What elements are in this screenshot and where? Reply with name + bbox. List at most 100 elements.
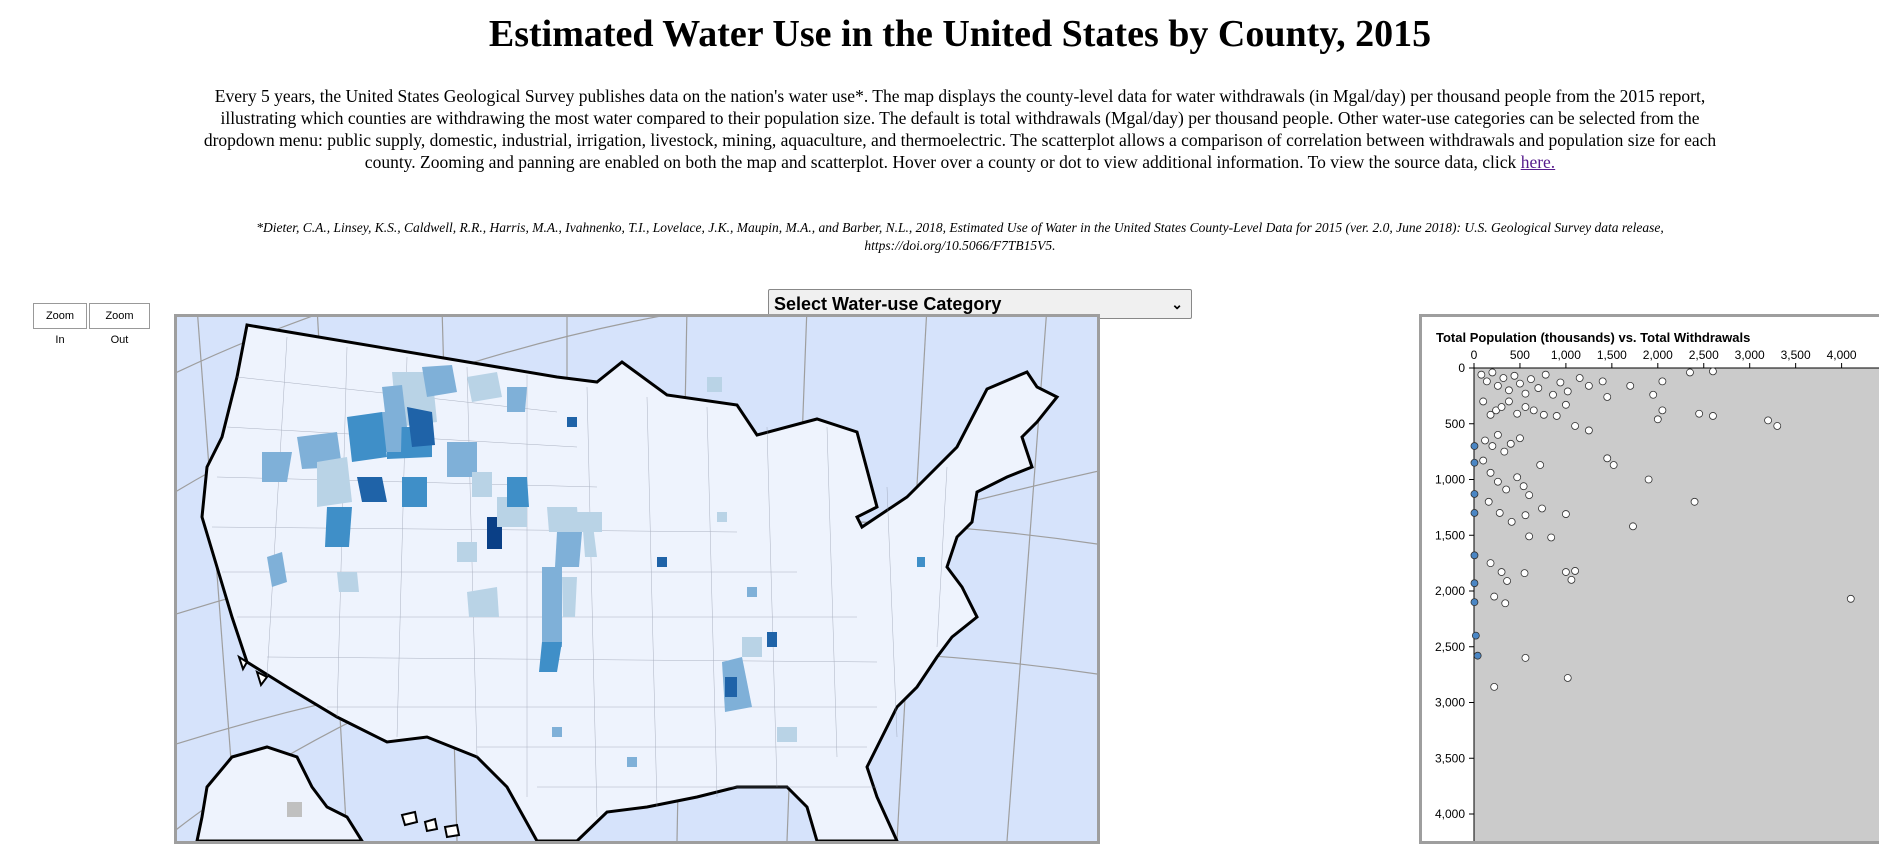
scatter-point[interactable] bbox=[1521, 511, 1530, 520]
scatter-point[interactable] bbox=[1709, 412, 1717, 420]
scatter-point-highlight[interactable] bbox=[1471, 631, 1480, 640]
scatter-point[interactable] bbox=[1521, 389, 1530, 398]
scatter-point[interactable] bbox=[1773, 422, 1782, 430]
scatter-point[interactable] bbox=[1764, 416, 1772, 425]
scatter-point[interactable] bbox=[1709, 367, 1717, 376]
scatter-point[interactable] bbox=[1644, 475, 1653, 484]
scatter-point[interactable] bbox=[1481, 436, 1489, 445]
scatter-point[interactable] bbox=[1479, 397, 1488, 406]
county-map[interactable] bbox=[174, 314, 1100, 844]
scatter-point[interactable] bbox=[1629, 522, 1637, 531]
scatter-point[interactable] bbox=[1584, 381, 1593, 390]
scatter-point[interactable] bbox=[1493, 477, 1502, 486]
scatter-point[interactable] bbox=[1541, 370, 1550, 379]
scatter-point[interactable] bbox=[1626, 381, 1635, 390]
scatter-point[interactable] bbox=[1695, 409, 1704, 418]
x-tick-label: 1,000 bbox=[1551, 348, 1581, 362]
scatter-point[interactable] bbox=[1552, 412, 1561, 420]
map-svg[interactable] bbox=[177, 317, 1097, 841]
scatter-point[interactable] bbox=[1486, 559, 1495, 568]
scatter-point[interactable] bbox=[1549, 390, 1557, 399]
source-data-link[interactable]: here. bbox=[1521, 152, 1556, 172]
scatter-point[interactable] bbox=[1561, 568, 1570, 576]
scatter-point[interactable] bbox=[1527, 375, 1535, 384]
zoom-out-button[interactable]: Zoom Out bbox=[89, 303, 150, 346]
scatter-point[interactable] bbox=[1490, 592, 1499, 601]
scatter-point[interactable] bbox=[1584, 426, 1593, 435]
scatter-point[interactable] bbox=[1538, 504, 1546, 513]
scatter-point[interactable] bbox=[1525, 491, 1534, 500]
scatter-point-highlight[interactable] bbox=[1470, 598, 1479, 607]
scatter-point[interactable] bbox=[1490, 682, 1499, 691]
scatter-point[interactable] bbox=[1658, 406, 1667, 415]
scatter-point[interactable] bbox=[1521, 653, 1530, 662]
scatter-point[interactable] bbox=[1571, 422, 1579, 430]
scatter-point[interactable] bbox=[1520, 569, 1529, 578]
scatter-point[interactable] bbox=[1497, 568, 1506, 576]
scatter-point[interactable] bbox=[1516, 379, 1524, 388]
scatter-point[interactable] bbox=[1609, 461, 1618, 469]
scatter-point[interactable] bbox=[1846, 594, 1855, 603]
scatter-point[interactable] bbox=[1525, 532, 1534, 541]
scatter-point[interactable] bbox=[1571, 567, 1579, 575]
scatter-point[interactable] bbox=[1510, 371, 1519, 380]
scatter-point[interactable] bbox=[1513, 473, 1522, 482]
scatter-point[interactable] bbox=[1539, 410, 1548, 419]
scatter-point[interactable] bbox=[1493, 431, 1502, 439]
scatter-point-highlight[interactable] bbox=[1470, 458, 1479, 467]
scatter-point[interactable] bbox=[1534, 384, 1543, 392]
scatter-point[interactable] bbox=[1507, 517, 1516, 526]
alaska-land bbox=[195, 745, 364, 841]
scatter-point[interactable] bbox=[1497, 403, 1506, 411]
scatter-point-highlight[interactable] bbox=[1470, 551, 1479, 560]
scatter-point[interactable] bbox=[1500, 447, 1509, 456]
scatter-point[interactable] bbox=[1488, 442, 1497, 450]
scatter-point[interactable] bbox=[1506, 439, 1515, 448]
scatter-point[interactable] bbox=[1521, 403, 1530, 411]
scatter-point[interactable] bbox=[1547, 533, 1556, 542]
x-tick-label: 4,000 bbox=[1827, 348, 1857, 362]
scatter-point[interactable] bbox=[1503, 577, 1511, 585]
scatter-point[interactable] bbox=[1690, 497, 1699, 506]
scatter-point[interactable] bbox=[1649, 390, 1658, 399]
scatter-point[interactable] bbox=[1488, 368, 1497, 377]
zoom-in-button[interactable]: Zoom In bbox=[33, 303, 87, 346]
scatter-point[interactable] bbox=[1567, 575, 1576, 584]
scatter-point[interactable] bbox=[1501, 599, 1510, 608]
scatter-point[interactable] bbox=[1658, 377, 1667, 386]
scatter-point[interactable] bbox=[1502, 485, 1511, 494]
scatter-point[interactable] bbox=[1493, 381, 1502, 390]
scatter-point[interactable] bbox=[1603, 454, 1612, 463]
scatter-point[interactable] bbox=[1563, 387, 1572, 396]
scatter-point[interactable] bbox=[1653, 415, 1662, 424]
scatter-point[interactable] bbox=[1556, 378, 1565, 387]
scatter-point[interactable] bbox=[1519, 482, 1528, 491]
scatter-point[interactable] bbox=[1561, 510, 1570, 518]
scatter-point[interactable] bbox=[1477, 370, 1486, 379]
scatter-point-highlight[interactable] bbox=[1473, 651, 1482, 660]
scatter-point[interactable] bbox=[1516, 434, 1524, 443]
scatter-point-highlight[interactable] bbox=[1470, 579, 1479, 588]
scatter-point[interactable] bbox=[1603, 393, 1612, 401]
scatter-point-highlight[interactable] bbox=[1470, 490, 1479, 498]
scatterplot[interactable]: 0 500 1,000 1,500 2,000 2,500 3,000 3,500 4,000 4… bbox=[1419, 314, 1879, 844]
scatter-point[interactable] bbox=[1505, 386, 1513, 395]
scatter-point[interactable] bbox=[1686, 368, 1694, 377]
scatter-point[interactable] bbox=[1479, 456, 1488, 465]
scatter-point[interactable] bbox=[1536, 461, 1545, 469]
scatter-point[interactable] bbox=[1513, 409, 1522, 418]
scatter-point[interactable] bbox=[1598, 377, 1607, 386]
scatter-point[interactable] bbox=[1505, 397, 1513, 406]
scatter-point[interactable] bbox=[1482, 377, 1491, 386]
scatter-point[interactable] bbox=[1484, 497, 1493, 506]
scatter-point-highlight[interactable] bbox=[1470, 442, 1479, 450]
scatter-point[interactable] bbox=[1495, 509, 1504, 517]
scatter-point[interactable] bbox=[1499, 374, 1508, 382]
scatter-point[interactable] bbox=[1561, 400, 1570, 409]
scatter-point[interactable] bbox=[1529, 406, 1538, 415]
scatter-point[interactable] bbox=[1563, 674, 1572, 682]
scatter-point[interactable] bbox=[1486, 468, 1495, 477]
scatter-point-highlight[interactable] bbox=[1470, 509, 1479, 517]
scatter-point[interactable] bbox=[1575, 374, 1584, 382]
scatter-svg[interactable]: 0 500 1,000 1,500 2,000 2,500 3,000 3,500 4,000 4… bbox=[1422, 317, 1879, 841]
